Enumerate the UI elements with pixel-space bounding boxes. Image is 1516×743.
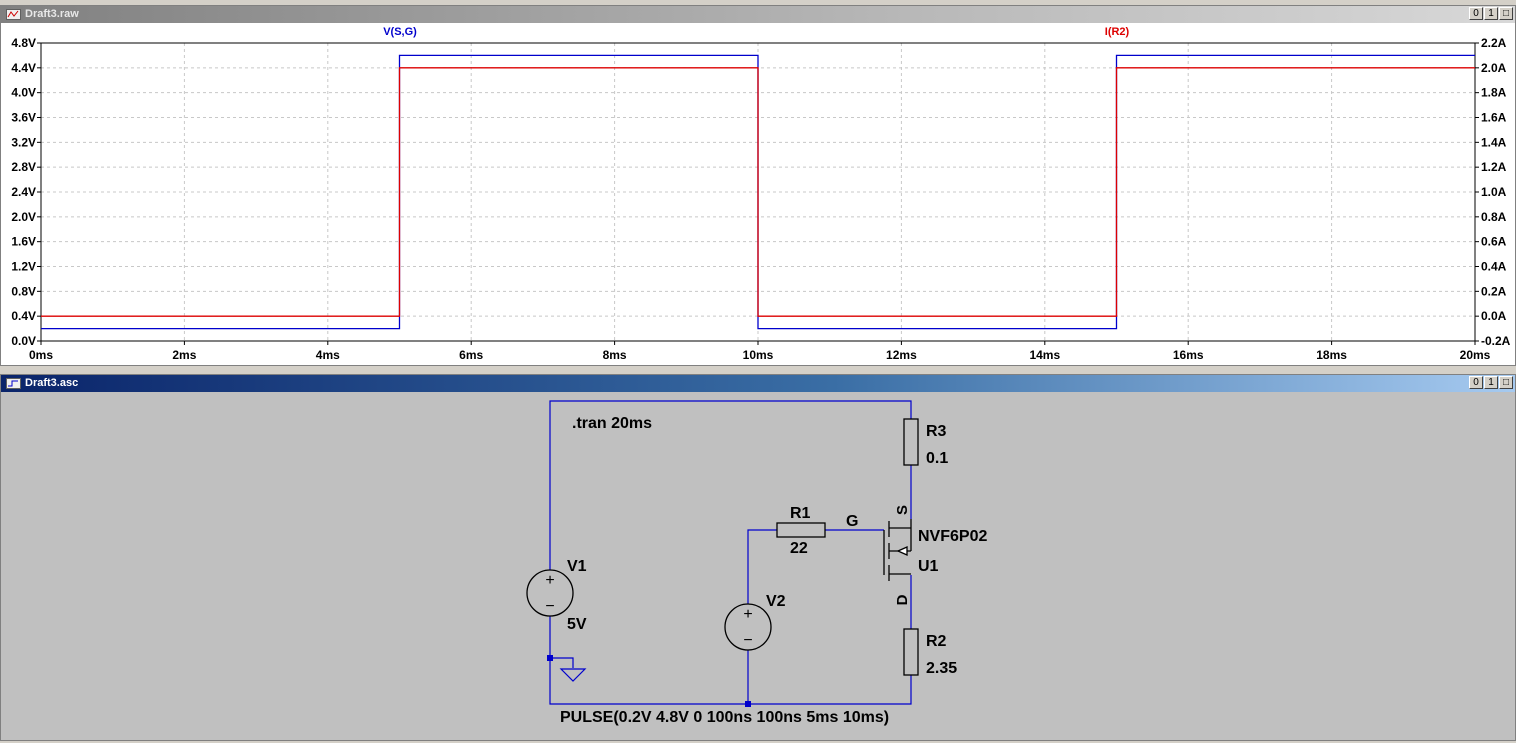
minimize-button[interactable]: 0 xyxy=(1469,7,1483,20)
y-left-tick-label: 2.4V xyxy=(11,185,36,199)
v2-plus-icon: + xyxy=(743,606,752,623)
wires xyxy=(549,400,912,705)
y-right-tick-label: 1.2A xyxy=(1481,160,1507,174)
minimize-button[interactable]: 0 xyxy=(1469,376,1483,389)
junction-dot xyxy=(745,701,751,707)
wire-ground[interactable] xyxy=(550,657,574,668)
v2-minus-icon: − xyxy=(743,632,752,649)
y-left-tick-label: 4.4V xyxy=(11,61,36,75)
restore-button[interactable]: 1 xyxy=(1484,7,1498,20)
r3-label[interactable]: R3 xyxy=(926,423,947,440)
y-right-tick-label: 1.0A xyxy=(1481,185,1507,199)
x-tick-label: 12ms xyxy=(886,348,917,362)
net-label-g[interactable]: G xyxy=(846,513,858,530)
x-tick-label: 20ms xyxy=(1460,348,1491,362)
v2-pulse-value[interactable]: PULSE(0.2V 4.8V 0 100ns 100ns 5ms 10ms) xyxy=(560,709,889,726)
y-left-tick-label: 3.6V xyxy=(11,111,36,125)
junction-dot xyxy=(547,655,553,661)
v1-minus-icon: − xyxy=(545,598,554,615)
pin-s-label[interactable]: S xyxy=(894,505,911,515)
x-tick-label: 10ms xyxy=(743,348,774,362)
waveform-app-icon xyxy=(6,9,21,20)
waveform-window[interactable]: Draft3.raw 0 1 □ 0ms 2ms 4ms 6ms 8ms 10ms 12ms… xyxy=(0,5,1516,366)
y-left-tick-label: 0.8V xyxy=(11,284,36,298)
pin-d-label[interactable]: D xyxy=(894,594,911,605)
y-right-tick-label: 0.4A xyxy=(1481,260,1507,274)
y-left-tick-label: 1.2V xyxy=(11,260,36,274)
r2-label[interactable]: R2 xyxy=(926,633,947,650)
restore-button[interactable]: 1 xyxy=(1484,376,1498,389)
x-tick-label: 4ms xyxy=(316,348,340,362)
y-right-tick-label: 2.2A xyxy=(1481,36,1507,50)
y-right-tick-label: 1.8A xyxy=(1481,86,1507,100)
y-right-tick-label: 0.0A xyxy=(1481,309,1507,323)
u1-label[interactable]: U1 xyxy=(918,558,939,575)
v2-label[interactable]: V2 xyxy=(766,593,786,610)
schematic-window-title: Draft3.asc xyxy=(25,377,79,389)
y-right-tick-label: 2.0A xyxy=(1481,61,1507,75)
u1-model[interactable]: NVF6P02 xyxy=(918,528,987,545)
maximize-button[interactable]: □ xyxy=(1499,376,1513,389)
schematic-app-icon xyxy=(6,378,21,389)
x-tick-label: 2ms xyxy=(172,348,196,362)
y-right-tick-label: 0.2A xyxy=(1481,284,1507,298)
y-left-tick-label: 4.8V xyxy=(11,36,36,50)
tran-directive[interactable]: .tran 20ms xyxy=(572,415,652,432)
y-right-tick-label: 1.4A xyxy=(1481,135,1507,149)
r2-value[interactable]: 2.35 xyxy=(926,660,957,677)
resistor-r3[interactable] xyxy=(903,418,919,466)
y-left-tick-label: 2.8V xyxy=(11,160,36,174)
v1-plus-icon: + xyxy=(545,572,554,589)
schematic-window[interactable]: Draft3.asc 0 1 □ R3 0.1 R1 22 G R2 2.35 … xyxy=(0,374,1516,741)
legend-v-sg[interactable]: V(S,G) xyxy=(383,26,417,38)
resistor-r2[interactable] xyxy=(903,628,919,676)
r3-value[interactable]: 0.1 xyxy=(926,450,948,467)
pmos-transistor-u1[interactable] xyxy=(883,519,912,581)
x-tick-label: 0ms xyxy=(29,348,53,362)
r1-value[interactable]: 22 xyxy=(790,540,808,557)
maximize-button[interactable]: □ xyxy=(1499,7,1513,20)
y-left-tick-label: 3.2V xyxy=(11,135,36,149)
wire-bottom-loop[interactable] xyxy=(549,616,912,705)
legend-i-r2[interactable]: I(R2) xyxy=(1105,26,1130,38)
y-left-tick-label: 0.4V xyxy=(11,309,36,323)
y-left-tick-label: 1.6V xyxy=(11,235,36,249)
x-tick-label: 8ms xyxy=(603,348,627,362)
y-right-tick-label: 0.8A xyxy=(1481,210,1507,224)
x-tick-label: 16ms xyxy=(1173,348,1204,362)
x-tick-label: 14ms xyxy=(1029,348,1060,362)
ground-icon[interactable] xyxy=(559,668,587,682)
y-left-tick-label: 0.0V xyxy=(11,334,36,348)
y-right-tick-label: -0.2A xyxy=(1481,334,1511,348)
resistor-r1[interactable] xyxy=(776,522,826,538)
x-tick-label: 6ms xyxy=(459,348,483,362)
schematic-canvas[interactable]: R3 0.1 R1 22 G R2 2.35 S D NVF6P02 U1 + xyxy=(1,392,1515,740)
y-right-tick-label: 0.6A xyxy=(1481,235,1507,249)
waveform-titlebar[interactable]: Draft3.raw 0 1 □ xyxy=(1,6,1515,23)
y-right-tick-label: 1.6A xyxy=(1481,111,1507,125)
y-left-tick-label: 4.0V xyxy=(11,86,36,100)
waveform-plot[interactable]: 0ms 2ms 4ms 6ms 8ms 10ms 12ms 14ms 16ms 18ms 20ms 0… xyxy=(1,23,1515,365)
y-left-tick-label: 2.0V xyxy=(11,210,36,224)
r1-label[interactable]: R1 xyxy=(790,505,811,522)
x-tick-label: 18ms xyxy=(1316,348,1347,362)
schematic-titlebar[interactable]: Draft3.asc 0 1 □ xyxy=(1,375,1515,392)
waveform-window-title: Draft3.raw xyxy=(25,8,79,20)
v1-value[interactable]: 5V xyxy=(567,616,587,633)
v1-label[interactable]: V1 xyxy=(567,558,587,575)
